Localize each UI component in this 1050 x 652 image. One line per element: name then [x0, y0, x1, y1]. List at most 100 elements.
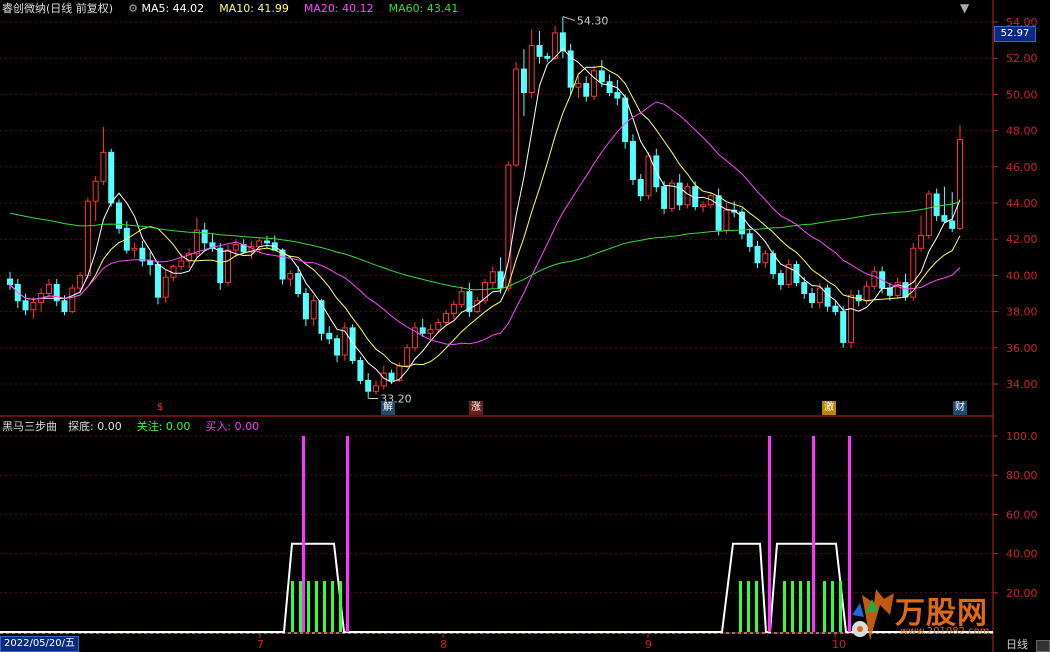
candle-body: [606, 81, 613, 94]
price-tick-label: 38.00: [1006, 306, 1038, 319]
ma20-label: MA20: 40.12: [303, 2, 374, 15]
candle-body: [334, 338, 341, 356]
candle-body: [933, 193, 940, 217]
candle-body: [715, 195, 722, 231]
mairu-spike: [768, 436, 771, 632]
candle-body: [622, 97, 629, 142]
price-tick-label: 46.00: [1006, 161, 1038, 174]
candle-body: [871, 271, 878, 287]
candle-body: [419, 327, 426, 334]
scroll-handle[interactable]: [1036, 640, 1050, 652]
guanzhu-bar: [323, 581, 326, 632]
ma10-line: [9, 65, 961, 368]
indicator-name: 黑马三步曲: [2, 420, 57, 433]
candle-body: [552, 32, 559, 59]
candle-body: [614, 92, 621, 99]
price-tick-label: 40.00: [1006, 269, 1038, 282]
candle-body: [723, 209, 730, 231]
event-tag-text: 激: [824, 402, 834, 413]
event-tag-ji[interactable]: 激: [822, 401, 836, 415]
event-tag-jie[interactable]: 解: [381, 401, 395, 415]
price-tick-label: 34.00: [1006, 378, 1038, 391]
candle-body: [583, 83, 590, 97]
guanzhu-bar: [739, 581, 742, 632]
candle-body: [754, 245, 761, 264]
candle-body: [295, 273, 302, 294]
ma60-line: [9, 201, 961, 291]
candle-body: [310, 300, 317, 320]
indicator-header: 黑马三步曲 探底: 0.00 关注: 0.00 买入: 0.00: [2, 418, 259, 434]
candle-body: [388, 372, 395, 381]
candle-body: [435, 321, 442, 331]
candle-body: [941, 215, 948, 222]
candle-body: [22, 300, 29, 311]
stock-title: 睿创微纳(日线 前复权): [2, 2, 114, 15]
candle-body: [217, 247, 224, 284]
candle-body: [598, 70, 605, 83]
indicator-tick-label: 60.00: [1006, 508, 1038, 521]
candle-body: [178, 260, 185, 267]
ma10-label: MA10: 41.99: [219, 2, 289, 15]
candle-body: [957, 139, 963, 229]
candle-body: [450, 303, 457, 314]
candle-body: [287, 273, 294, 280]
candle-body: [544, 55, 551, 59]
mairu-spike: [302, 436, 305, 632]
candle-body: [676, 182, 683, 206]
indicator-tick-label: 80.00: [1006, 469, 1038, 482]
candle-body: [69, 287, 76, 313]
candle-body: [832, 305, 839, 313]
guanzhu-bar: [823, 581, 826, 632]
candle-body: [520, 68, 527, 94]
settings-icon[interactable]: ⚙: [128, 2, 138, 15]
guanzhu-bar: [299, 581, 302, 632]
stock-chart[interactable]: 54.0052.0050.0048.0046.0044.0042.0040.00…: [0, 0, 1050, 652]
high-price-label: 54.30: [577, 15, 609, 28]
guanzhu-bar: [291, 581, 294, 632]
candle-body: [528, 45, 535, 94]
guanzhu-bar: [791, 581, 794, 632]
candle-body: [30, 302, 37, 311]
guanzhu-bar: [831, 581, 834, 632]
candle-body: [263, 240, 270, 244]
collapse-icon[interactable]: ▼: [960, 1, 969, 15]
candle-body: [443, 312, 450, 323]
candle-body: [349, 327, 356, 361]
candle-body: [684, 186, 691, 206]
main-header: 睿创微纳(日线 前复权) ⚙ MA5: 44.02 MA10: 41.99 MA…: [2, 0, 458, 16]
mairu-label: 买入: 0.00: [205, 420, 260, 433]
candle-body: [824, 287, 831, 307]
time-tick-label: 9: [645, 638, 652, 651]
candle-body: [193, 229, 200, 255]
guanzhu-bar: [339, 581, 342, 632]
guanzhu-bar: [799, 581, 802, 632]
high-marker-line: [562, 16, 576, 22]
watermark-logo-icon: [852, 589, 894, 640]
candle-body: [910, 247, 917, 298]
period-label[interactable]: 日线: [1006, 636, 1028, 652]
price-tick-label: 44.00: [1006, 197, 1038, 210]
candle-body: [396, 365, 403, 381]
time-tick-label: 7: [257, 638, 264, 651]
candle-body: [201, 229, 208, 244]
time-tick-label: 10: [832, 638, 846, 651]
candle-body: [131, 247, 138, 251]
guanzhu-bar: [755, 581, 758, 632]
event-tag-dollar[interactable]: $: [155, 401, 165, 415]
candle-body: [7, 278, 13, 285]
candle-body: [77, 274, 84, 289]
candle-body: [591, 70, 598, 97]
candle-body: [949, 220, 956, 229]
price-tick-label: 52.00: [1006, 52, 1038, 65]
candle-body: [61, 300, 68, 313]
candle-body: [139, 247, 146, 262]
event-tag-text: $: [157, 402, 164, 413]
guanzhu-bar: [315, 581, 318, 632]
candle-body: [458, 291, 465, 305]
ma60-label: MA60: 43.41: [388, 2, 459, 15]
candle-body: [365, 379, 372, 392]
tandi-label: 探底: 0.00: [68, 420, 122, 433]
event-tag-cai[interactable]: 财: [953, 401, 967, 415]
event-tag-zhang[interactable]: 涨: [469, 401, 483, 415]
candle-body: [801, 282, 808, 295]
